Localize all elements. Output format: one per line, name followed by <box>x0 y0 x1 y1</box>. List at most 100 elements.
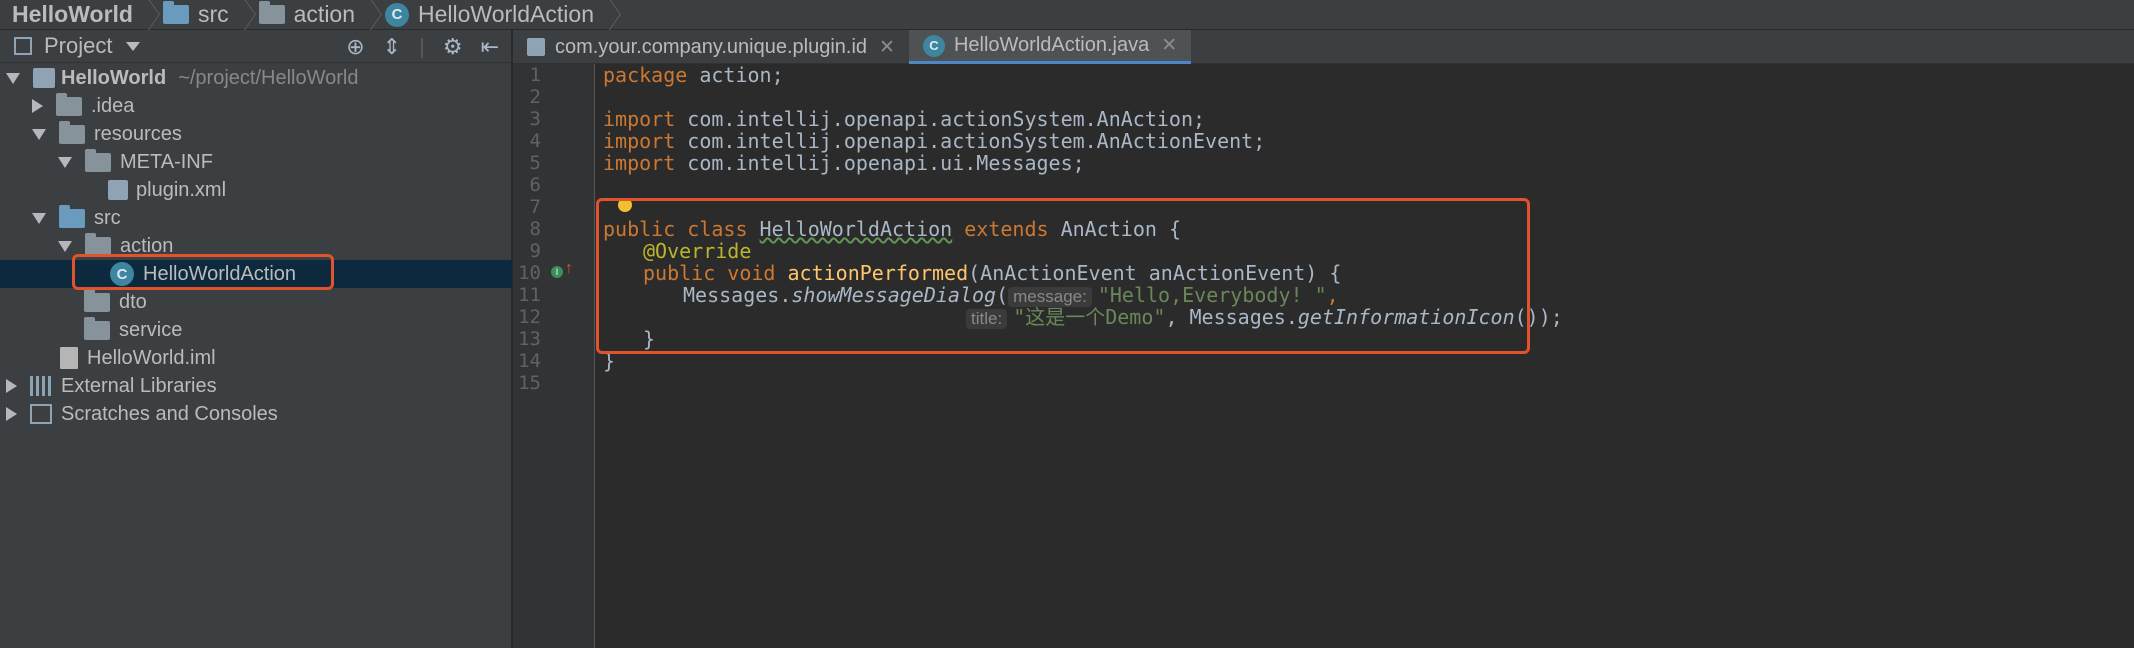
code-line-4: import com.intellij.openapi.actionSystem… <box>603 130 1265 152</box>
breadcrumb-project[interactable]: HelloWorld <box>0 0 163 30</box>
expand-arrow-icon[interactable] <box>6 72 20 84</box>
folder-icon <box>85 148 111 172</box>
xml-file-icon <box>527 38 545 56</box>
tab-label: com.your.company.unique.plugin.id <box>555 35 868 58</box>
tree-item-label: service <box>119 318 183 341</box>
tree-item-label: .idea <box>91 94 135 117</box>
code-editor[interactable]: package action; import com.intellij.open… <box>596 64 2134 648</box>
tree-item-service[interactable]: service <box>0 316 512 344</box>
expand-arrow-icon[interactable] <box>32 212 46 224</box>
chevron-down-icon[interactable] <box>126 41 141 51</box>
line-number: 1 <box>529 64 541 86</box>
project-panel-header: Project ⊕ ⇕ | ⚙ ⇤ <box>0 30 511 63</box>
package-icon <box>84 316 110 340</box>
keyword: import <box>603 129 676 153</box>
tree-item-external-libraries[interactable]: External Libraries <box>0 372 512 400</box>
line-number: 8 <box>529 218 541 240</box>
tree-item-idea[interactable]: .idea <box>0 92 512 120</box>
annotation-highlight-code <box>596 198 1530 354</box>
breadcrumb-file[interactable]: C HelloWorldAction <box>385 0 624 30</box>
editor-tabbar: com.your.company.unique.plugin.id ✕ C He… <box>513 30 2134 64</box>
tree-item-label: src <box>94 206 121 229</box>
line-number: 7 <box>529 196 541 218</box>
tree-item-meta-inf[interactable]: META-INF <box>0 148 512 176</box>
tree-item-label: dto <box>119 290 147 313</box>
expand-arrow-icon[interactable] <box>58 156 72 168</box>
expand-arrow-icon[interactable] <box>32 99 43 113</box>
module-icon <box>33 68 55 88</box>
close-icon[interactable]: ✕ <box>1161 34 1177 57</box>
gear-icon[interactable]: ⚙ <box>443 34 463 60</box>
breadcrumb-separator <box>233 0 247 30</box>
folder-icon <box>56 92 82 116</box>
tree-item-scratches[interactable]: Scratches and Consoles <box>0 400 512 428</box>
tree-item-label: HelloWorld.iml <box>87 346 216 369</box>
tree-item-helloworld[interactable]: HelloWorld ~/project/HelloWorld <box>0 64 512 92</box>
project-panel: Project ⊕ ⇕ | ⚙ ⇤ HelloWorld ~/project/H… <box>0 30 512 648</box>
code-text: com.intellij.openapi.actionSystem.AnActi… <box>675 129 1266 153</box>
package-icon <box>84 288 110 312</box>
code-text: com.intellij.openapi.ui.Messages; <box>675 151 1085 175</box>
expand-arrow-icon[interactable] <box>6 379 17 393</box>
line-number: 12 <box>518 306 541 328</box>
override-marker-icon[interactable]: I <box>551 266 563 278</box>
tree-item-src[interactable]: src <box>0 204 512 232</box>
line-number: 15 <box>518 372 541 394</box>
hide-panel-icon[interactable]: ⇤ <box>481 34 499 60</box>
breadcrumb-separator <box>359 0 373 30</box>
iml-file-icon <box>60 347 78 369</box>
line-number: 13 <box>518 328 541 350</box>
collapse-all-icon[interactable]: ⇕ <box>383 34 401 60</box>
expand-arrow-icon[interactable] <box>32 128 46 140</box>
code-text: action; <box>687 63 784 87</box>
tree-item-path: ~/project/HelloWorld <box>178 66 359 89</box>
expand-arrow-icon[interactable] <box>6 407 17 421</box>
breadcrumb-separator <box>598 0 612 30</box>
project-view-selector[interactable]: Project <box>44 33 112 59</box>
source-folder-icon <box>59 204 85 228</box>
package-icon <box>85 232 111 256</box>
close-icon[interactable]: ✕ <box>879 36 895 59</box>
line-number: 11 <box>518 284 541 306</box>
line-number: 14 <box>518 350 541 372</box>
project-view-icon <box>14 37 32 55</box>
breadcrumb-project-label: HelloWorld <box>12 1 133 27</box>
tree-item-iml[interactable]: HelloWorld.iml <box>0 344 512 372</box>
line-number: 4 <box>529 130 541 152</box>
tree-item-label: resources <box>94 122 182 145</box>
library-icon <box>30 376 52 396</box>
annotation-highlight-tree <box>72 254 334 290</box>
breadcrumb-action[interactable]: action <box>258 0 385 30</box>
breadcrumb-separator <box>137 0 151 30</box>
tree-item-plugin-xml[interactable]: plugin.xml <box>0 176 512 204</box>
expand-arrow-icon[interactable] <box>58 240 72 252</box>
keyword: import <box>603 151 676 175</box>
tab-plugin-xml[interactable]: com.your.company.unique.plugin.id ✕ <box>513 30 909 64</box>
class-icon: C <box>385 2 410 27</box>
resources-folder-icon <box>59 120 85 144</box>
tab-label: HelloWorldAction.java <box>953 34 1150 56</box>
code-line-5: import com.intellij.openapi.ui.Messages; <box>603 152 1085 174</box>
locate-icon[interactable]: ⊕ <box>346 34 364 60</box>
keyword: import <box>603 107 676 131</box>
editor-gutter: 1 2 3 4 5 6 7 8 9 10 11 12 13 14 15 I ↑ <box>513 64 595 648</box>
breadcrumb-action-label: action <box>293 1 356 27</box>
xml-file-icon <box>108 180 128 200</box>
code-line-1: package action; <box>603 64 784 86</box>
package-icon <box>258 1 285 24</box>
tree-item-label: plugin.xml <box>136 178 227 201</box>
code-text: com.intellij.openapi.actionSystem.AnActi… <box>675 107 1206 131</box>
scratches-icon <box>30 404 52 424</box>
folder-icon <box>162 1 189 24</box>
line-number: 6 <box>529 174 541 196</box>
tree-item-dto[interactable]: dto <box>0 288 512 316</box>
tab-helloworldaction-java[interactable]: C HelloWorldAction.java ✕ <box>908 30 1192 64</box>
line-number: 3 <box>529 108 541 130</box>
breadcrumb-src[interactable]: src <box>162 0 259 30</box>
arrow-up-icon[interactable]: ↑ <box>565 260 573 278</box>
keyword: package <box>603 63 688 87</box>
navigation-breadcrumb: HelloWorld src action C HelloWorldAction <box>0 0 2134 30</box>
breadcrumb-file-label: HelloWorldAction <box>418 1 594 27</box>
tree-item-resources[interactable]: resources <box>0 120 512 148</box>
class-icon: C <box>922 34 945 57</box>
